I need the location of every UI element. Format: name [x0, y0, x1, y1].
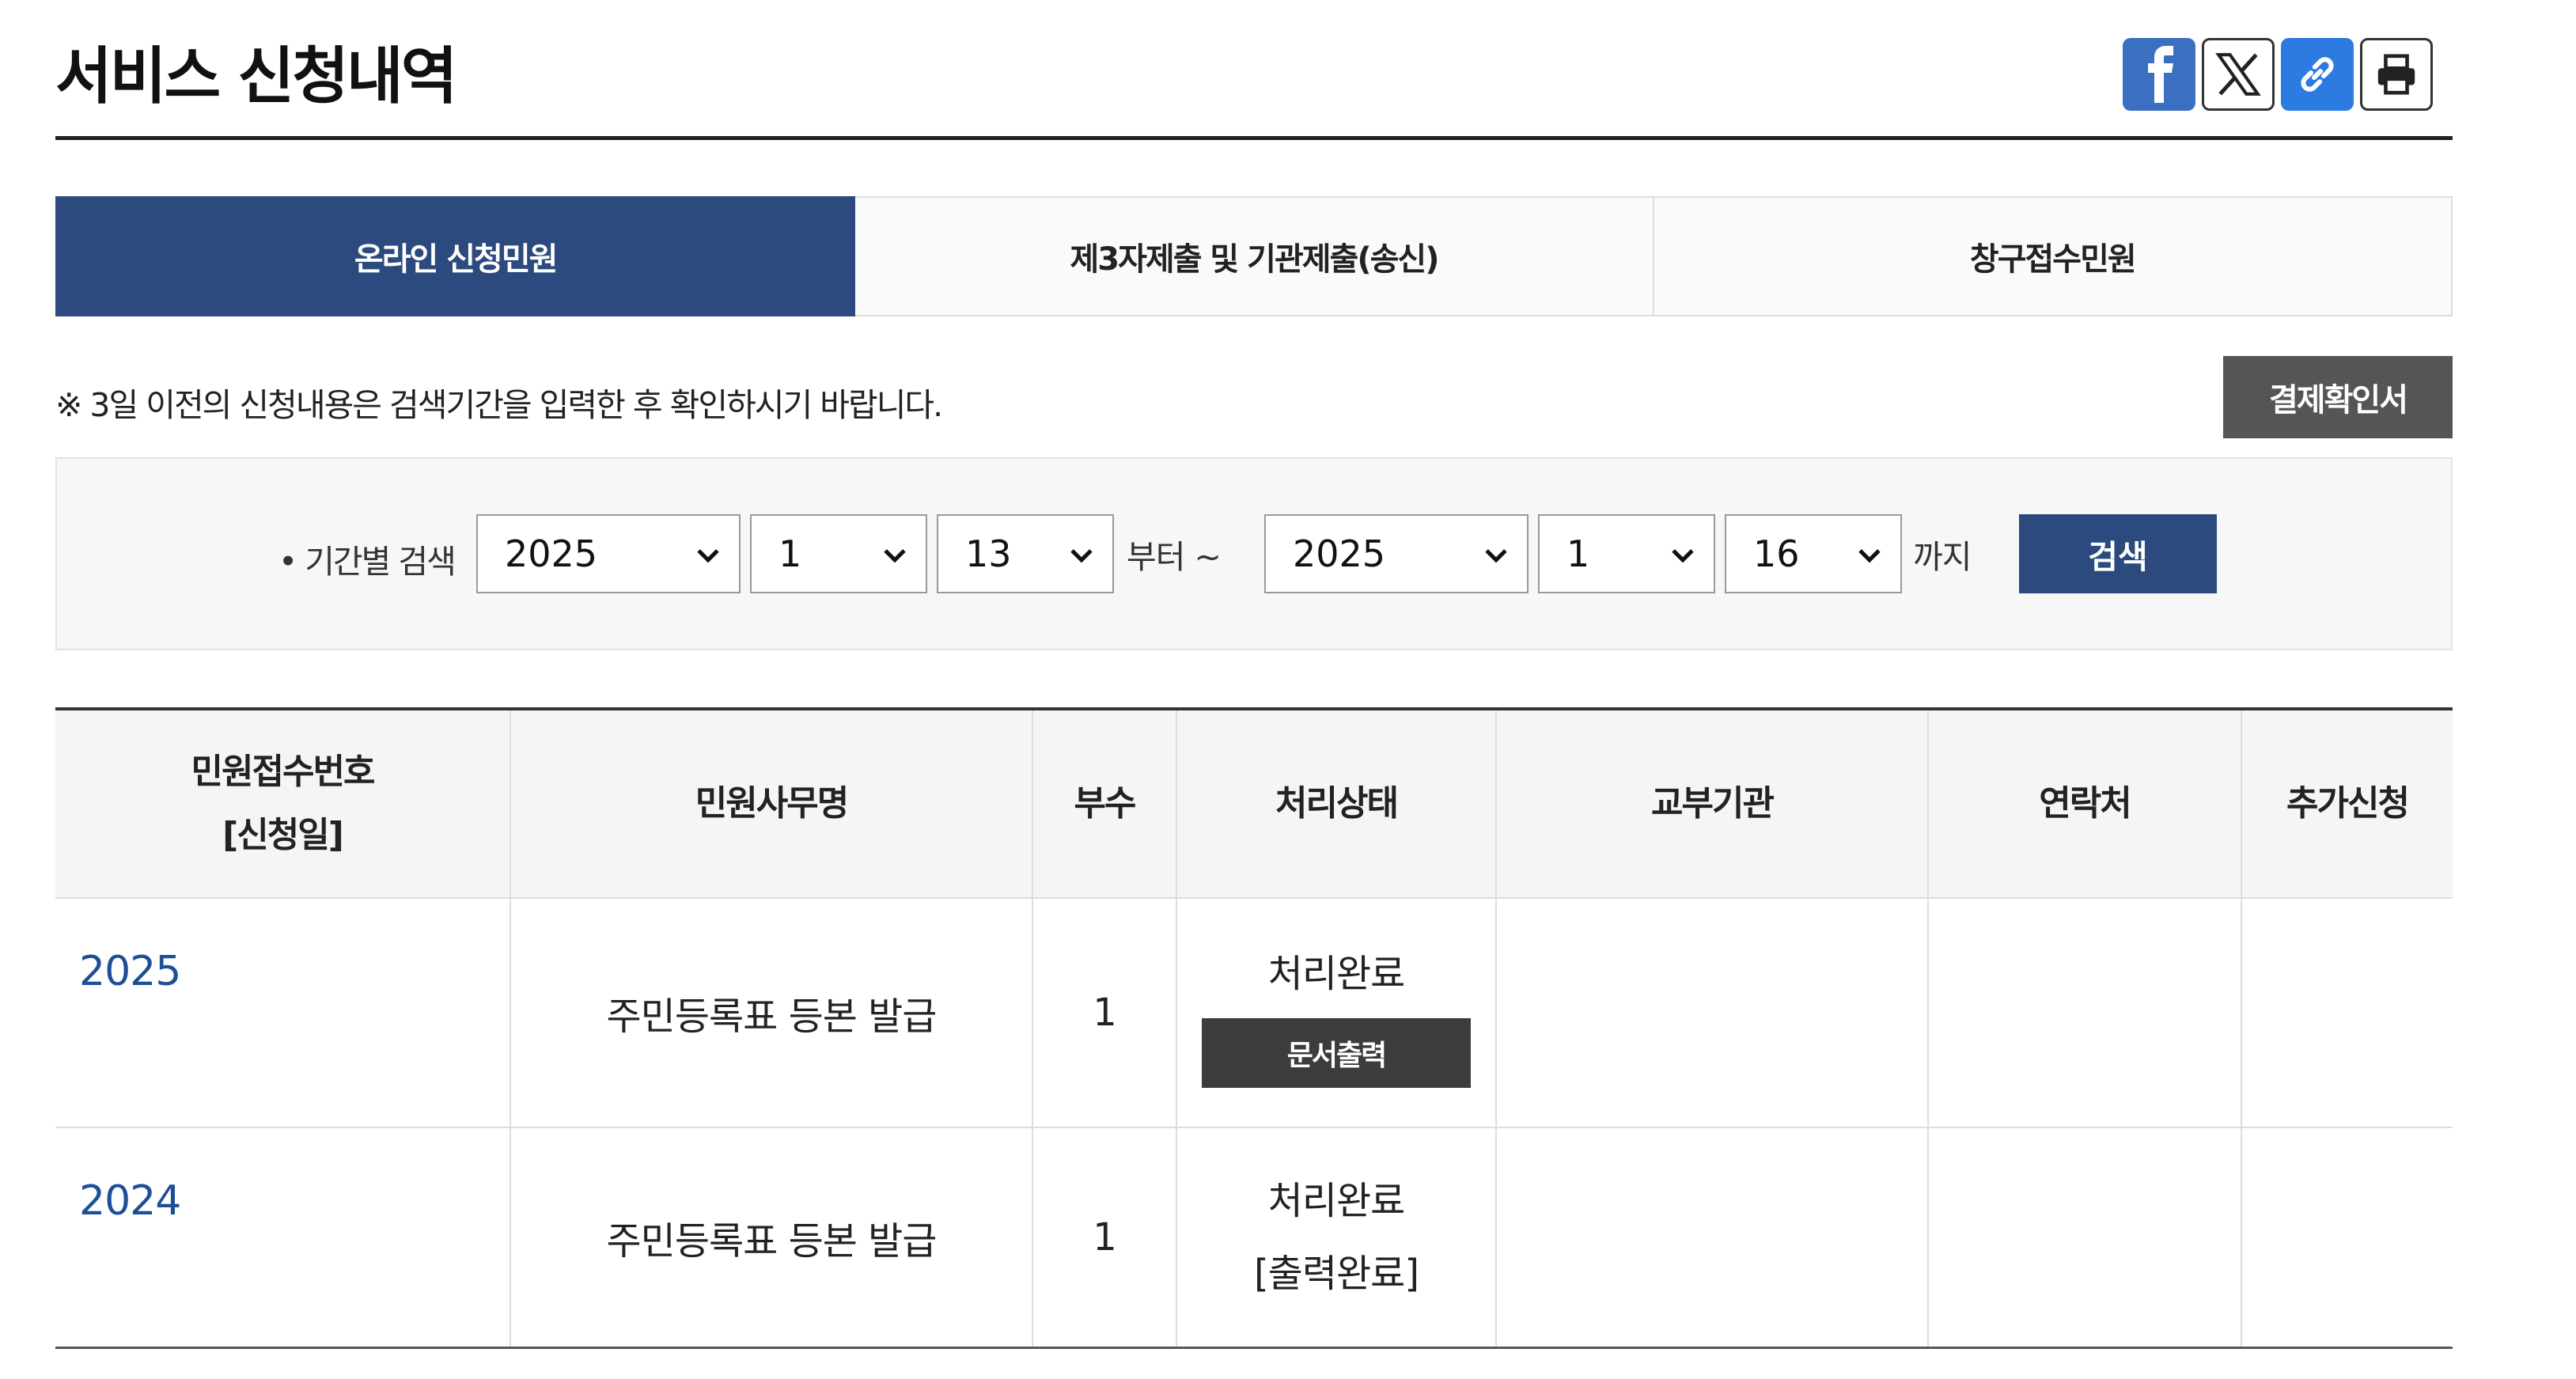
from-suffix: 부터 ~ [1127, 538, 1222, 576]
chevron-down-icon [1070, 549, 1093, 563]
service-name-cell: 주민등록표 등본 발급 [510, 899, 1032, 1127]
print-document-button[interactable]: 문서출력 [1202, 1018, 1471, 1088]
to-month-value: 1 [1566, 532, 1590, 575]
application-history-table: 민원접수번호 [신청일] 민원사무명 부수 처리상태 교부기관 연락처 추가신청… [55, 707, 2453, 1349]
from-day-select[interactable]: 13 [937, 514, 1114, 593]
table-header-row: 민원접수번호 [신청일] 민원사무명 부수 처리상태 교부기관 연락처 추가신청 [55, 710, 2453, 899]
table-row: 2025 주민등록표 등본 발급 1 처리완료 문서출력 [55, 899, 2453, 1128]
from-year-select[interactable]: 2025 [476, 514, 741, 593]
contact-cell [1927, 899, 2241, 1127]
status-cell: 처리완료 문서출력 [1176, 899, 1495, 1127]
copies-cell: 1 [1032, 1128, 1176, 1347]
facebook-share-button[interactable] [2123, 38, 2195, 111]
chevron-down-icon [697, 549, 719, 563]
header-additional-request: 추가신청 [2241, 710, 2453, 897]
from-year-value: 2025 [505, 532, 598, 575]
table-row: 2024 주민등록표 등본 발급 1 처리완료 [출력완료] [55, 1128, 2453, 1347]
from-month-value: 1 [778, 532, 802, 575]
payment-receipt-button[interactable]: 결제확인서 [2223, 356, 2453, 438]
tab-third-party-submission[interactable]: 제3자제출 및 기관제출(송신) [855, 196, 1654, 316]
issuing-agency-cell [1495, 1128, 1927, 1347]
from-day-value: 13 [965, 532, 1012, 575]
link-icon [2301, 57, 2334, 92]
chevron-down-icon [1858, 549, 1881, 563]
to-day-value: 16 [1753, 532, 1800, 575]
issuing-agency-cell [1495, 899, 1927, 1127]
period-search-label: • 기간별 검색 [278, 543, 456, 581]
header-application-number: 민원접수번호 [신청일] [55, 710, 510, 897]
facebook-icon [2148, 46, 2173, 103]
to-month-select[interactable]: 1 [1538, 514, 1715, 593]
status-text: 처리완료 [1267, 952, 1406, 996]
search-period-notice: ※ 3일 이전의 신청내용은 검색기간을 입력한 후 확인하시기 바랍니다. [55, 386, 943, 424]
application-number-link[interactable]: 2024 [79, 1177, 181, 1225]
chevron-down-icon [884, 549, 906, 563]
from-month-select[interactable]: 1 [750, 514, 927, 593]
additional-request-cell [2241, 1128, 2453, 1347]
print-button[interactable] [2360, 38, 2433, 111]
status-cell: 처리완료 [출력완료] [1176, 1128, 1495, 1347]
chevron-down-icon [1485, 549, 1507, 563]
to-year-select[interactable]: 2025 [1264, 514, 1529, 593]
status-detail-text: [출력완료] [1253, 1252, 1419, 1296]
title-divider [55, 136, 2453, 140]
status-text: 처리완료 [1267, 1179, 1406, 1223]
header-application-number-label: 민원접수번호 [191, 752, 376, 792]
to-year-value: 2025 [1293, 532, 1386, 575]
to-suffix: 까지 [1913, 538, 1972, 576]
application-number-link[interactable]: 2025 [79, 948, 181, 995]
service-name-cell: 주민등록표 등본 발급 [510, 1128, 1032, 1347]
header-service-name: 민원사무명 [510, 710, 1032, 897]
copy-link-button[interactable] [2281, 38, 2354, 111]
additional-request-cell [2241, 899, 2453, 1127]
tab-online-applications[interactable]: 온라인 신청민원 [55, 196, 856, 316]
header-issuing-agency: 교부기관 [1495, 710, 1927, 897]
period-search-panel: • 기간별 검색 2025 1 13 부터 ~ 2025 1 16 까지 검색 [55, 457, 2453, 650]
header-application-date-label: [신청일] [222, 815, 344, 855]
x-twitter-icon [2215, 53, 2261, 96]
tab-counter-applications[interactable]: 창구접수민원 [1654, 196, 2453, 316]
header-status: 처리상태 [1176, 710, 1495, 897]
search-button[interactable]: 검색 [2019, 514, 2217, 593]
application-number-cell: 2025 [55, 899, 510, 1127]
application-number-cell: 2024 [55, 1128, 510, 1347]
header-contact: 연락처 [1927, 710, 2241, 897]
share-toolbar [2123, 38, 2433, 111]
header-copies: 부수 [1032, 710, 1176, 897]
contact-cell [1927, 1128, 2241, 1347]
x-share-button[interactable] [2202, 38, 2275, 111]
chevron-down-icon [1672, 549, 1694, 563]
print-icon [2377, 54, 2415, 95]
service-tabs: 온라인 신청민원 제3자제출 및 기관제출(송신) 창구접수민원 [55, 196, 2453, 316]
copies-cell: 1 [1032, 899, 1176, 1127]
to-day-select[interactable]: 16 [1725, 514, 1902, 593]
page-title: 서비스 신청내역 [55, 41, 457, 112]
